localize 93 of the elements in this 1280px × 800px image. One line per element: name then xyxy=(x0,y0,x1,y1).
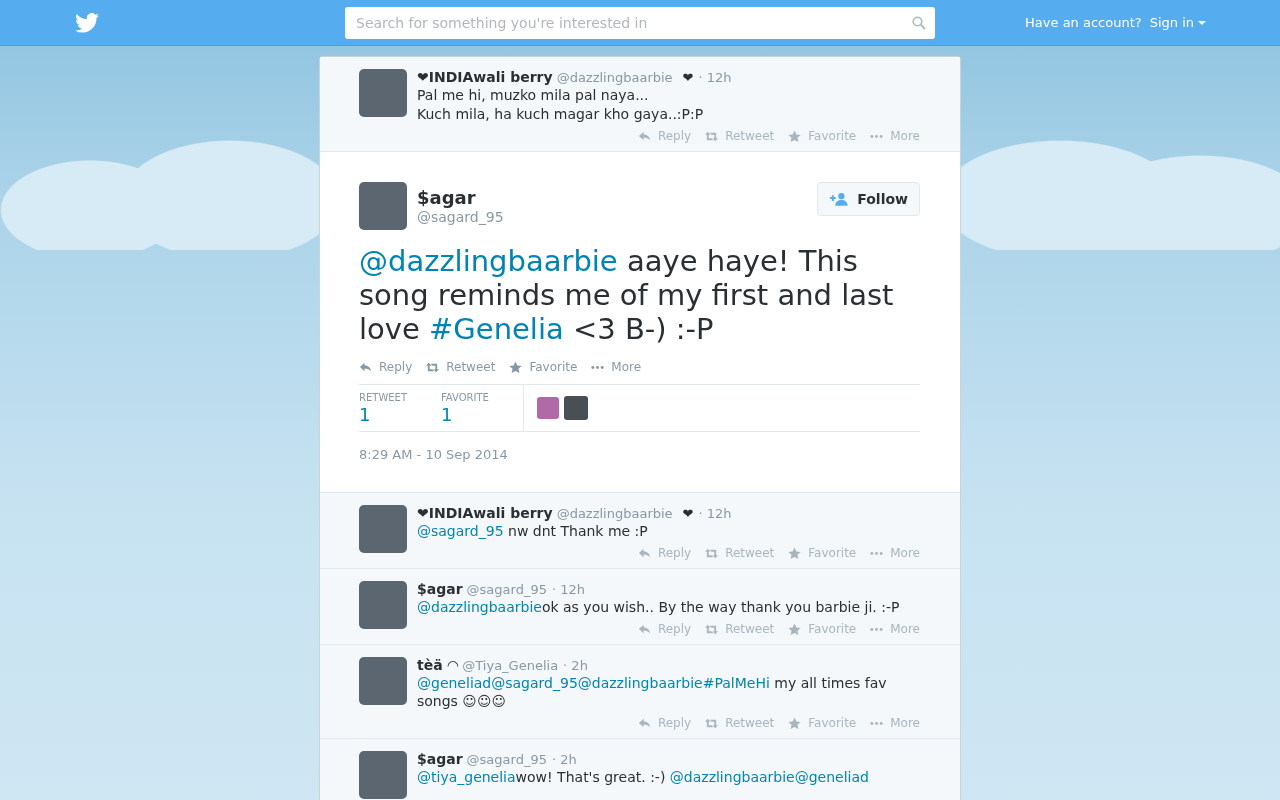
user-handle[interactable]: @dazzlingbaarbie xyxy=(556,506,673,521)
mention-link[interactable]: @tiya_genelia xyxy=(417,769,516,785)
reply-arrow-icon xyxy=(637,129,651,143)
tweet-text: Kuch mila, ha kuch magar kho gaya..:P:P xyxy=(417,105,705,123)
star-icon xyxy=(788,546,802,560)
tweet-timestamp[interactable]: 8:29 AM - 10 Sep 2014 xyxy=(359,447,920,462)
user-handle[interactable]: @sagard_95 xyxy=(466,752,547,767)
stat-count[interactable]: 1 xyxy=(359,404,441,425)
tweet-time[interactable]: · 2h xyxy=(551,752,577,767)
bird-logo-icon[interactable] xyxy=(75,12,99,33)
retweet-action[interactable]: Retweet xyxy=(426,360,496,374)
favorite-action[interactable]: Favorite xyxy=(788,716,857,730)
user-handle[interactable]: @Tiya_Genelia xyxy=(462,658,559,673)
hashtag-link[interactable]: #Genelia xyxy=(429,312,564,346)
retweet-action[interactable]: Retweet xyxy=(705,622,775,636)
star-icon xyxy=(788,716,802,730)
reply-arrow-icon xyxy=(359,360,372,374)
stat-count[interactable]: 1 xyxy=(441,404,523,425)
heart-symbol: ❤ xyxy=(682,70,694,85)
avatar-placeholder[interactable] xyxy=(537,397,559,419)
star-icon xyxy=(788,129,802,143)
avatar-placeholder[interactable] xyxy=(359,505,407,553)
star-icon xyxy=(509,360,523,374)
favorite-action[interactable]: Favorite xyxy=(788,546,857,560)
search-field[interactable]: Search for something you're interested in xyxy=(345,6,935,39)
tweet-text: @dazzlingbaarbie aaye haye! This song reminds me of my first and last love #Genelia <3 B-) :-P xyxy=(359,244,895,346)
avatar-placeholder[interactable] xyxy=(359,751,407,799)
favorite-action[interactable]: Favorite xyxy=(509,360,578,374)
mention-link[interactable]: @dazzlingbaarbie xyxy=(417,599,542,615)
user-name[interactable]: $agar xyxy=(417,751,463,767)
tweet-time[interactable]: · 12h xyxy=(698,70,732,85)
favorite-action[interactable]: Favorite xyxy=(788,129,857,143)
mention-link[interactable]: @dazzlingbaarbie xyxy=(359,244,618,278)
star-icon xyxy=(788,622,802,636)
mention-link[interactable]: @dazzlingbaarbie xyxy=(577,675,703,691)
sign-in-link[interactable]: Sign in xyxy=(1149,15,1206,30)
account-prompt: Have an account? xyxy=(1025,15,1142,30)
caret-icon xyxy=(1198,20,1206,25)
tweet-time[interactable]: · 12h xyxy=(551,582,585,597)
reply-arrow-icon xyxy=(637,716,651,730)
add-person-icon xyxy=(830,192,850,206)
user-name[interactable]: ❤INDIAwali berry xyxy=(417,69,553,85)
mention-link[interactable]: @dazzlingbaarbie xyxy=(669,769,795,785)
more-action[interactable]: More xyxy=(870,622,920,636)
user-handle[interactable]: @dazzlingbaarbie xyxy=(556,70,673,85)
mention-link[interactable]: @geneliad xyxy=(794,769,869,785)
search-icon[interactable] xyxy=(912,15,926,30)
stat-label: FAVORITE xyxy=(441,392,490,403)
stat-label: RETWEET xyxy=(359,392,408,403)
reply-action[interactable]: Reply xyxy=(359,360,413,374)
favorite-action[interactable]: Favorite xyxy=(788,622,857,636)
user-name[interactable]: $agar xyxy=(417,187,808,208)
avatar-placeholder[interactable] xyxy=(359,581,407,629)
tweet-time[interactable]: · 12h xyxy=(698,506,732,521)
more-action[interactable]: More xyxy=(870,129,920,143)
retweet-arrows-icon xyxy=(705,129,719,143)
mention-link[interactable]: @sagard_95 xyxy=(491,675,578,691)
user-handle[interactable]: @sagard_95 xyxy=(466,582,547,597)
tweet-text: @dazzlingbaarbieok as you wish.. By the way thank you barbie ji. :-P xyxy=(417,598,901,616)
user-handle[interactable]: @sagard_95 xyxy=(417,209,808,225)
reply-action[interactable]: Reply xyxy=(637,129,692,143)
avatar-placeholder[interactable] xyxy=(359,182,407,230)
more-action[interactable]: More xyxy=(870,716,920,730)
avatar-placeholder[interactable] xyxy=(564,396,588,420)
avatar-placeholder[interactable] xyxy=(359,657,407,705)
more-action[interactable]: More xyxy=(591,360,642,374)
user-name[interactable]: $agar xyxy=(417,581,463,597)
reply-action[interactable]: Reply xyxy=(637,622,692,636)
tweet-text: @sagard_95 nw dnt Thank me :P xyxy=(417,522,649,540)
retweet-arrows-icon xyxy=(705,716,719,730)
reply-action[interactable]: Reply xyxy=(637,716,692,730)
tweet-text: Pal me hi, muzko mila pal naya... xyxy=(417,86,650,104)
heart-symbol: ❤ xyxy=(682,506,694,521)
retweet-arrows-icon xyxy=(705,622,719,636)
user-name[interactable]: ❤INDIAwali berry xyxy=(417,505,553,521)
retweet-action[interactable]: Retweet xyxy=(705,716,775,730)
tweet-time[interactable]: · 2h xyxy=(563,658,588,673)
reply-action[interactable]: Reply xyxy=(637,546,692,560)
user-name[interactable]: tèä ◠ xyxy=(417,657,459,673)
mention-link[interactable]: @sagard_95 xyxy=(417,523,504,539)
retweet-arrows-icon xyxy=(705,546,719,560)
retweet-arrows-icon xyxy=(426,360,440,374)
retweet-action[interactable]: Retweet xyxy=(705,546,775,560)
more-action[interactable]: More xyxy=(870,546,920,560)
reply-arrow-icon xyxy=(637,622,651,636)
follow-button[interactable]: Follow xyxy=(817,182,920,216)
reply-arrow-icon xyxy=(637,546,651,560)
tweet-text: @tiya_geneliawow! That's great. :-) @dazzlingbaarbie@geneliad xyxy=(417,768,870,786)
avatar-placeholder[interactable] xyxy=(359,69,407,117)
retweet-action[interactable]: Retweet xyxy=(705,129,775,143)
tweet-text: @geneliad@sagard_95@dazzlingbaarbie#PalMeHi my all times fav songs ☺☺☺ xyxy=(417,674,888,710)
mention-link[interactable]: @geneliad xyxy=(417,675,492,691)
hashtag-link[interactable]: #PalMeHi xyxy=(702,675,770,691)
